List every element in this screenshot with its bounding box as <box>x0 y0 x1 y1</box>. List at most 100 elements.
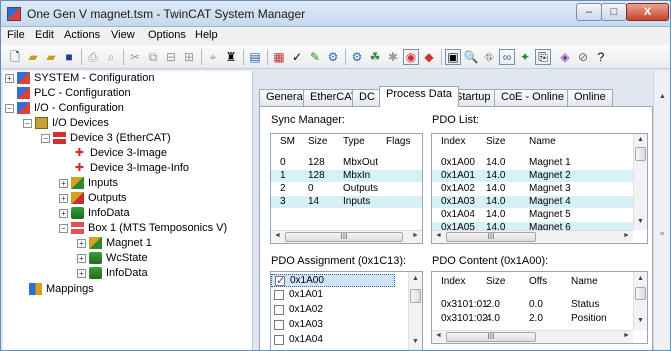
tab-online[interactable]: Online <box>567 89 613 106</box>
find-icon[interactable]: ⌖ <box>205 49 221 65</box>
table-row[interactable]: 0x3101:01 2.0 0.0 Status <box>432 299 633 311</box>
paste-with-links-icon[interactable]: ⊞ <box>181 49 197 65</box>
pdo-content-hscroll[interactable]: ◄ III ► <box>432 330 633 343</box>
new-file-icon[interactable]: 🗋 <box>7 49 23 65</box>
scroll-thumb[interactable] <box>410 289 421 303</box>
zoom-icon[interactable]: 🔍 <box>463 49 479 65</box>
scroll-left-icon[interactable]: ◄ <box>274 232 281 239</box>
sync-manager-hscroll[interactable]: ◄ III ► <box>271 230 422 243</box>
goto-icon[interactable]: ♜ <box>223 49 239 65</box>
free-run-icon[interactable]: ✱ <box>385 49 401 65</box>
sync-manager-list[interactable]: SM Size Type Flags 0 128 MbxOut 1 128 Mb… <box>270 133 423 244</box>
list-item[interactable]: 0x1A01 <box>271 289 395 302</box>
scan-devices-icon[interactable]: ☘ <box>367 49 383 65</box>
scroll-right-icon[interactable]: ► <box>412 232 419 239</box>
expand-plus-icon[interactable]: + <box>77 238 86 248</box>
generate-mappings-icon[interactable]: ▤ <box>247 49 263 65</box>
tree-item-inputs[interactable]: + Inputs <box>59 176 118 190</box>
scroll-left-icon[interactable]: ◄ <box>435 332 442 339</box>
tree-item-io-config[interactable]: − I/O - Configuration <box>5 101 124 115</box>
expand-plus-icon[interactable]: + <box>5 73 14 83</box>
table-row[interactable]: 2 0 Outputs <box>271 183 422 195</box>
paste-icon[interactable]: ⊟ <box>163 49 179 65</box>
open-folder-icon[interactable]: ▰ <box>25 49 41 65</box>
scroll-left-icon[interactable]: ◄ <box>435 232 442 239</box>
column-offs[interactable]: Offs <box>529 276 547 287</box>
pdo-content-vscroll[interactable]: ▲ ▼ <box>633 272 647 330</box>
pdo-assignment-vscroll[interactable]: ▲ ▼ <box>408 272 422 350</box>
table-row[interactable]: 0 128 MbxOut <box>271 157 422 169</box>
list-item[interactable]: 0x1A02 <box>271 304 395 317</box>
print-icon[interactable]: ⎙ <box>85 49 101 65</box>
scroll-thumb[interactable]: III <box>446 332 536 342</box>
column-name[interactable]: Name <box>571 276 598 287</box>
tree-item-wcstate[interactable]: + WcState <box>77 251 148 265</box>
pdo-list-vscroll[interactable]: ▲ ▼ <box>633 134 647 230</box>
table-row[interactable]: 0x1A03 14.0 Magnet 4 <box>432 196 633 208</box>
open-recent-icon[interactable]: ▰ <box>43 49 59 65</box>
copy-icon[interactable]: ⧉ <box>145 49 161 65</box>
table-row[interactable]: 0x3101:02 4.0 2.0 Position <box>432 313 633 325</box>
tree-item-system-config[interactable]: + SYSTEM - Configuration <box>5 71 154 85</box>
activate-configuration-icon[interactable]: ✓ <box>289 49 305 65</box>
table-row[interactable]: 0x1A02 14.0 Magnet 3 <box>432 183 633 195</box>
checkbox[interactable] <box>274 335 284 345</box>
config-mode-icon[interactable]: ⚙ <box>325 49 341 65</box>
hide-icon[interactable]: ⊘ <box>575 49 591 65</box>
column-sm[interactable]: SM <box>280 136 295 147</box>
add-variable-icon[interactable]: ✦ <box>517 49 533 65</box>
collapse-minus-icon[interactable]: − <box>41 133 50 143</box>
close-button[interactable]: X <box>626 3 669 21</box>
detail-pane-vscroll[interactable]: ▲ ≡ <box>653 71 670 350</box>
table-row[interactable]: 1 128 MbxIn <box>271 170 422 182</box>
menu-options[interactable]: Options <box>148 29 186 41</box>
expand-plus-icon[interactable]: + <box>59 193 68 203</box>
tree-item-outputs[interactable]: + Outputs <box>59 191 127 205</box>
check-configuration-icon[interactable]: ▦ <box>271 49 287 65</box>
title-bar[interactable]: One Gen V magnet.tsm - TwinCAT System Ma… <box>1 1 670 27</box>
list-item[interactable]: 0x1A04 <box>271 334 395 347</box>
toggle-free-run-icon[interactable]: ◉ <box>403 49 419 65</box>
tree-item-device-3-image-info[interactable]: ✚ Device 3-Image-Info <box>73 161 189 175</box>
checkbox[interactable] <box>274 320 284 330</box>
scroll-down-icon[interactable]: ▼ <box>637 317 644 324</box>
tree-item-infodata[interactable]: + InfoData <box>59 206 130 220</box>
menu-actions[interactable]: Actions <box>64 29 100 41</box>
menu-view[interactable]: View <box>111 29 135 41</box>
pdo-list-hscroll[interactable]: ◄ III ► <box>432 230 633 243</box>
checkbox[interactable] <box>275 274 285 287</box>
choose-target-icon[interactable]: ⚙ <box>349 49 365 65</box>
list-item[interactable]: 0x1A00 <box>271 274 395 287</box>
table-row[interactable]: 0x1A01 14.0 Magnet 2 <box>432 170 633 182</box>
save-icon[interactable]: ■ <box>61 49 77 65</box>
collapse-minus-icon[interactable]: − <box>59 223 68 233</box>
scroll-down-icon[interactable]: ▼ <box>412 338 419 345</box>
scroll-right-icon[interactable]: ► <box>623 232 630 239</box>
tab-process-data[interactable]: Process Data <box>379 86 460 107</box>
column-index[interactable]: Index <box>441 136 465 147</box>
scroll-thumb[interactable] <box>635 147 646 161</box>
column-flags[interactable]: Flags <box>386 136 410 147</box>
cut-icon[interactable]: ✂ <box>127 49 143 65</box>
maximize-button[interactable]: □ <box>601 3 627 21</box>
pdo-list[interactable]: Index Size Name 0x1A00 14.0 Magnet 1 0x1… <box>431 133 648 244</box>
expand-plus-icon[interactable]: + <box>59 178 68 188</box>
menu-file[interactable]: File <box>7 29 25 41</box>
list-item[interactable]: 0x1A03 <box>271 319 395 332</box>
tree-item-box-1[interactable]: − Box 1 (MTS Temposonics V) <box>59 221 227 235</box>
column-size[interactable]: Size <box>308 136 327 147</box>
print-preview-icon[interactable]: ⌕ <box>103 49 119 65</box>
tree-item-plc-config[interactable]: PLC - Configuration <box>17 86 131 100</box>
scroll-up-icon[interactable]: ▲ <box>637 136 644 143</box>
table-row[interactable]: 0x1A04 14.0 Magnet 5 <box>432 209 633 221</box>
show-online-data-icon[interactable]: ▣ <box>445 49 461 65</box>
table-row[interactable]: 0x1A00 14.0 Magnet 1 <box>432 157 633 169</box>
pdo-content-list[interactable]: Index Size Offs Name 0x3101:01 2.0 0.0 S… <box>431 271 648 344</box>
collapse-minus-icon[interactable]: − <box>5 103 14 113</box>
scroll-down-icon[interactable]: ▼ <box>637 218 644 225</box>
expand-plus-icon[interactable]: + <box>59 208 68 218</box>
expand-plus-icon[interactable]: + <box>77 253 86 263</box>
scroll-thumb[interactable]: III <box>446 232 536 242</box>
tree-item-magnet-1[interactable]: + Magnet 1 <box>77 236 152 250</box>
column-index[interactable]: Index <box>441 276 465 287</box>
